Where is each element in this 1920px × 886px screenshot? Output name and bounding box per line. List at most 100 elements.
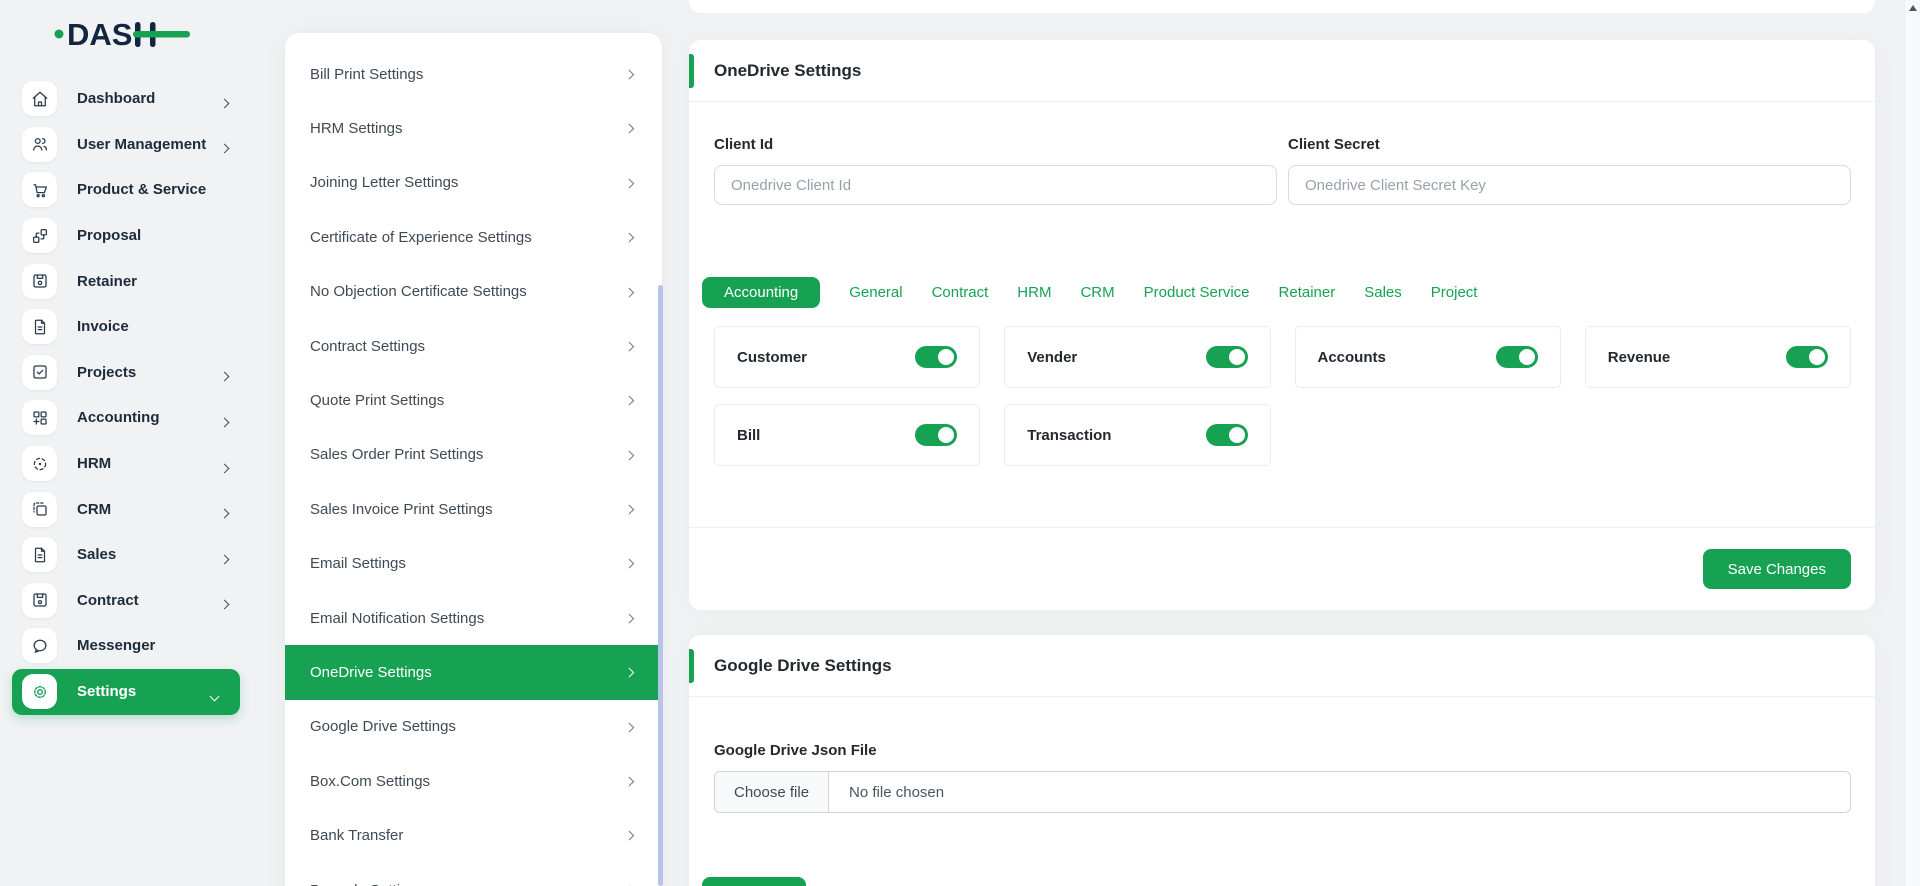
primary-sidebar: DAS Dashboard User Management Product & … [0,0,262,886]
client-secret-input[interactable] [1288,165,1851,205]
check-square-icon [22,355,57,390]
toggle-card-transaction: Transaction [1004,404,1270,466]
settings-nav-label: Certificate of Experience Settings [310,229,532,246]
sidebar-item-accounting[interactable]: Accounting [0,395,262,441]
sidebar-item-proposal[interactable]: Proposal [0,213,262,259]
chevron-right-icon [624,505,633,514]
tab-crm[interactable]: CRM [1080,277,1114,308]
dashed-circle-icon [22,446,57,481]
transaction-toggle[interactable] [1206,424,1248,446]
sidebar-item-projects[interactable]: Projects [0,350,262,396]
settings-nav-item-joining-letter[interactable]: Joining Letter Settings [285,156,662,210]
chevron-right-icon [624,668,633,677]
tab-product-service[interactable]: Product Service [1144,277,1250,308]
tab-accounting[interactable]: Accounting [702,277,820,308]
settings-nav-label: Sales Invoice Print Settings [310,501,493,518]
toggle-label: Transaction [1027,427,1111,444]
tab-hrm[interactable]: HRM [1017,277,1051,308]
customer-toggle[interactable] [915,346,957,368]
tab-sales[interactable]: Sales [1364,277,1402,308]
settings-nav-item-sales-invoice-print[interactable]: Sales Invoice Print Settings [285,482,662,536]
settings-nav-item-google-drive[interactable]: Google Drive Settings [285,700,662,754]
settings-nav-item-hrm[interactable]: HRM Settings [285,101,662,155]
header-accent-bar [689,649,694,683]
sidebar-item-invoice[interactable]: Invoice [0,304,262,350]
chevron-right-icon [624,777,633,786]
settings-nav-item-bank-transfer[interactable]: Bank Transfer [285,808,662,862]
sidebar-item-crm[interactable]: CRM [0,486,262,532]
scrollbar-up-arrow-icon[interactable] [1909,5,1917,11]
sidebar-item-contract[interactable]: Contract [0,578,262,624]
settings-nav-item-quote-print[interactable]: Quote Print Settings [285,373,662,427]
card-title: Google Drive Settings [714,656,892,676]
card-header: OneDrive Settings [689,40,1875,102]
client-id-input[interactable] [714,165,1277,205]
toggle-card-bill: Bill [714,404,980,466]
sidebar-item-messenger[interactable]: Messenger [0,623,262,669]
gear-icon [22,674,57,709]
settings-nav-item-email[interactable]: Email Settings [285,537,662,591]
sidebar-item-label: Messenger [77,637,155,654]
settings-nav-label: Barcode Settings [310,882,424,886]
document-icon [22,309,57,344]
settings-nav-label: Quote Print Settings [310,392,444,409]
sidebar-item-dashboard[interactable]: Dashboard [0,76,262,122]
choose-file-button[interactable]: Choose file [715,772,829,812]
onedrive-settings-card: OneDrive Settings Client Id Client Secre… [689,40,1875,610]
sidebar-item-sales[interactable]: Sales [0,532,262,578]
settings-nav-item-onedrive[interactable]: OneDrive Settings [285,645,662,699]
sidebar-item-hrm[interactable]: HRM [0,441,262,487]
settings-nav-item-email-notification[interactable]: Email Notification Settings [285,591,662,645]
sidebar-item-label: User Management [77,136,206,153]
client-id-group: Client Id [714,136,1277,205]
accounts-toggle[interactable] [1496,346,1538,368]
header-accent-bar [689,54,694,88]
settings-nav-label: Bank Transfer [310,827,403,844]
toggle-label: Bill [737,427,760,444]
bill-toggle[interactable] [915,424,957,446]
tab-general[interactable]: General [849,277,902,308]
chevron-right-icon [624,396,633,405]
card-footer: Save Changes [689,527,1875,610]
sidebar-item-retainer[interactable]: Retainer [0,258,262,304]
tab-project[interactable]: Project [1431,277,1478,308]
revenue-toggle[interactable] [1786,346,1828,368]
sidebar-item-user-management[interactable]: User Management [0,122,262,168]
toggle-label: Vender [1027,349,1077,366]
tab-contract[interactable]: Contract [932,277,989,308]
chat-bubble-icon [22,628,57,663]
settings-nav-item-no-objection[interactable]: No Objection Certificate Settings [285,265,662,319]
chevron-right-icon [221,367,228,385]
tab-retainer[interactable]: Retainer [1279,277,1336,308]
gdrive-json-file-input[interactable]: Choose file No file chosen [714,771,1851,813]
dash-logo: DAS [53,14,193,54]
settings-nav-item-box-com[interactable]: Box.Com Settings [285,754,662,808]
chevron-right-icon [624,559,633,568]
settings-nav-panel: Bill Print Settings HRM Settings Joining… [285,33,662,886]
settings-nav-item-bill-print[interactable]: Bill Print Settings [285,47,662,101]
chevron-right-icon [221,504,228,522]
settings-nav-label: Contract Settings [310,338,425,355]
settings-nav-label: OneDrive Settings [310,664,432,681]
settings-nav-item-contract[interactable]: Contract Settings [285,319,662,373]
toggle-label: Accounts [1318,349,1386,366]
settings-nav-item-barcode[interactable]: Barcode Settings [285,863,662,886]
sidebar-item-product-service[interactable]: Product & Service [0,167,262,213]
save-changes-button[interactable]: Save Changes [1703,549,1851,589]
window-scrollbar[interactable] [1904,0,1920,886]
chevron-right-icon [624,287,633,296]
settings-nav-item-sales-order-print[interactable]: Sales Order Print Settings [285,428,662,482]
vender-toggle[interactable] [1206,346,1248,368]
chevron-right-icon [624,178,633,187]
users-icon [22,127,57,162]
file-status-text: No file chosen [829,772,944,812]
card-title: OneDrive Settings [714,61,861,81]
sidebar-nav: Dashboard User Management Product & Serv… [0,76,262,715]
settings-nav-label: Box.Com Settings [310,773,430,790]
toggle-card-vender: Vender [1004,326,1270,388]
settings-panel-scrollbar-thumb[interactable] [658,285,663,886]
chevron-right-icon [624,70,633,79]
gdrive-active-tab-partial[interactable] [702,877,806,886]
settings-nav-item-certificate-experience[interactable]: Certificate of Experience Settings [285,210,662,264]
sidebar-item-settings[interactable]: Settings [12,669,240,715]
